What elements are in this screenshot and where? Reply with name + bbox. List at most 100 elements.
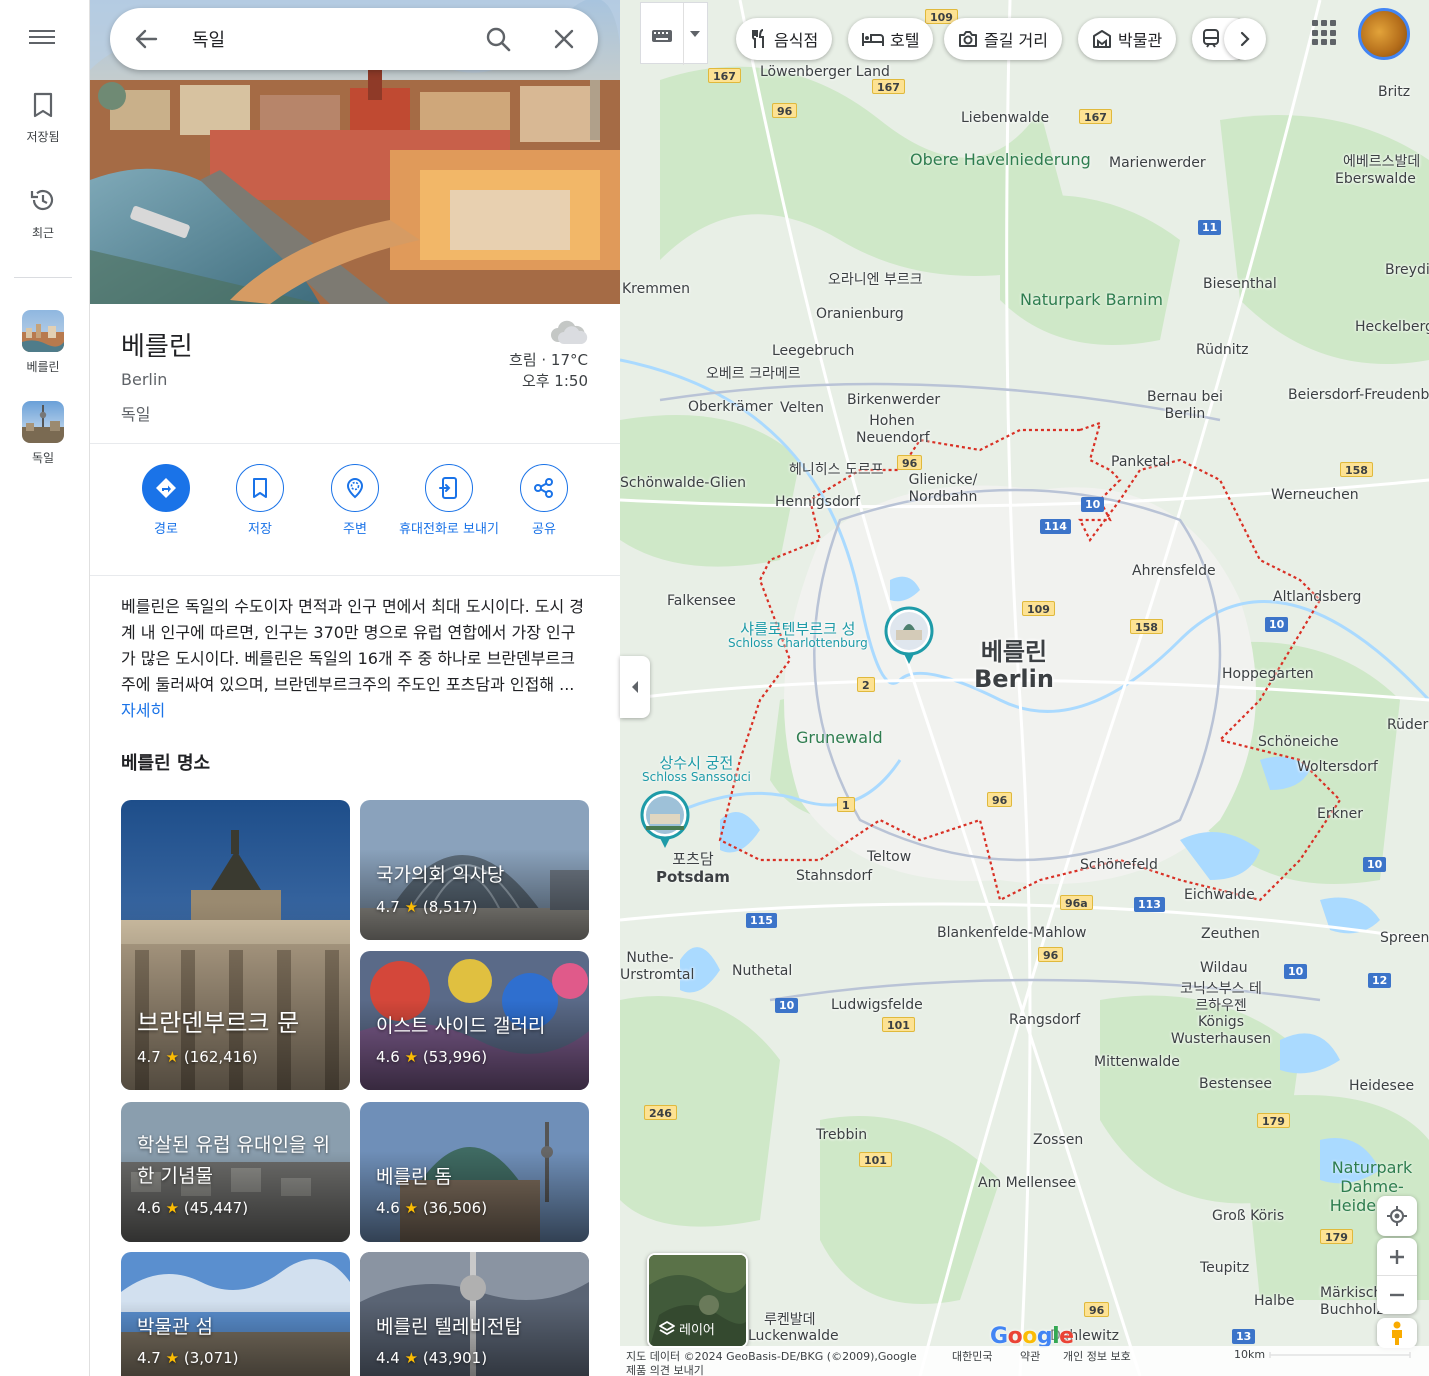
map-label-town: Nuthe-Urstromtal bbox=[620, 950, 695, 983]
chip-things-to-do[interactable]: 즐길 거리 bbox=[944, 18, 1062, 60]
attraction-rating: 4.7 ★ (3,071) bbox=[137, 1349, 239, 1367]
layers-button[interactable]: 레이어 bbox=[647, 1253, 748, 1348]
directions-button[interactable]: 경로 bbox=[116, 464, 216, 539]
saved-button[interactable]: 저장됨 bbox=[0, 92, 86, 145]
attraction-rating: 4.4 ★ (43,901) bbox=[376, 1349, 488, 1367]
city-label-potsdam: 포츠담 Potsdam bbox=[656, 850, 730, 886]
map-scale[interactable]: 10km bbox=[1234, 1348, 1265, 1361]
road-shield: 10 bbox=[1363, 857, 1387, 872]
weather-condition: 흐림 · 17°C bbox=[509, 351, 588, 369]
attraction-rating: 4.6 ★ (53,996) bbox=[376, 1048, 488, 1066]
attraction-card[interactable]: 학살된 유럽 유대인을 위한 기념물 4.6 ★ (45,447) bbox=[121, 1102, 350, 1242]
description-text: 베를린은 독일의 수도이자 면적과 인구 면에서 최대 도시이다. 도시 경계 … bbox=[121, 597, 585, 694]
road-shield: 1 bbox=[837, 797, 855, 812]
save-label: 저장 bbox=[248, 522, 272, 537]
history-item-berlin[interactable]: 베를린 bbox=[0, 310, 86, 375]
sanssouci-pin[interactable] bbox=[640, 790, 690, 848]
back-arrow-icon[interactable] bbox=[132, 25, 160, 53]
chip-label: 음식점 bbox=[774, 31, 819, 50]
star-icon: ★ bbox=[404, 1199, 419, 1217]
collapse-panel-button[interactable] bbox=[620, 656, 650, 718]
nearby-button[interactable]: 주변 bbox=[305, 464, 405, 539]
map-label-town: Heckelberg bbox=[1355, 319, 1429, 335]
close-icon[interactable] bbox=[550, 25, 578, 53]
feedback-link[interactable]: 제품 의견 보내기 bbox=[626, 1362, 704, 1376]
chip-hotels[interactable]: 호텔 bbox=[848, 18, 934, 60]
attraction-card[interactable]: 이스트 사이드 갤러리 4.6 ★ (53,996) bbox=[360, 951, 589, 1090]
search-icon[interactable] bbox=[484, 25, 512, 53]
terms-link[interactable]: 약관 bbox=[1020, 1348, 1040, 1364]
input-tools-button[interactable] bbox=[640, 2, 708, 65]
road-shield: 10 bbox=[1284, 964, 1308, 979]
map-label-town: Kremmen bbox=[622, 281, 691, 297]
map-label-town: Löwenberger Land bbox=[760, 64, 890, 80]
attraction-card[interactable]: 베를린 텔레비전탑 4.4 ★ (43,901) bbox=[360, 1252, 589, 1376]
zoom-controls bbox=[1377, 1238, 1417, 1314]
attraction-rating: 4.6 ★ (45,447) bbox=[137, 1199, 249, 1217]
attraction-name: 이스트 사이드 갤러리 bbox=[376, 1015, 546, 1037]
map-label-town: Woltersdorf bbox=[1297, 759, 1378, 775]
road-shield: 10 bbox=[1081, 497, 1105, 512]
map-label-town: Königs Wusterhausen bbox=[1170, 1014, 1272, 1047]
map-label-town: Altlandsberg bbox=[1273, 589, 1362, 605]
search-input[interactable] bbox=[192, 22, 472, 56]
share-button[interactable]: 공유 bbox=[494, 464, 594, 539]
star-icon: ★ bbox=[165, 1199, 180, 1217]
privacy-link[interactable]: 개인 정보 보호 bbox=[1063, 1348, 1131, 1364]
map-label-town: Wildau bbox=[1200, 960, 1248, 976]
road-shield: 101 bbox=[859, 1152, 892, 1167]
map-label-green: Obere Havelniederung bbox=[910, 150, 1091, 169]
menu-icon[interactable] bbox=[29, 26, 55, 50]
attraction-card[interactable]: 브란덴부르크 문 4.7 ★ (162,416) bbox=[121, 800, 350, 1090]
map-label-town: Eichwalde bbox=[1184, 887, 1255, 903]
museum-icon bbox=[1093, 30, 1111, 48]
map-label-town: 오베르 크라메르 bbox=[706, 366, 801, 382]
country-link[interactable]: 대한민국 bbox=[952, 1348, 992, 1364]
map-label-town: Liebenwalde bbox=[961, 110, 1050, 126]
road-shield: 246 bbox=[644, 1105, 677, 1120]
place-panel: 베를린 Berlin 독일 흐림 · 17°C 오후 1:50 경로 저장 주변… bbox=[90, 0, 620, 1376]
road-shield: 109 bbox=[1022, 601, 1055, 616]
chip-restaurants[interactable]: 음식점 bbox=[736, 18, 833, 60]
map-label-town: Birkenwerder bbox=[847, 392, 941, 408]
recent-button[interactable]: 최근 bbox=[0, 186, 86, 241]
send-to-phone-button[interactable]: 휴대전화로 보내기 bbox=[399, 464, 499, 539]
map-canvas[interactable]: Obere Havelniederung Naturpark Barnim Gr… bbox=[620, 0, 1429, 1376]
my-location-button[interactable] bbox=[1377, 1196, 1417, 1236]
map-label-town: 헤니히스 도르프 bbox=[789, 462, 884, 478]
attraction-rating: 4.7 ★ (8,517) bbox=[376, 898, 478, 916]
more-link[interactable]: 자세히 bbox=[121, 701, 165, 720]
attraction-rating: 4.7 ★ (162,416) bbox=[137, 1048, 258, 1066]
zoom-in-button[interactable] bbox=[1377, 1238, 1417, 1276]
map-label-town: Hoppegarten bbox=[1222, 666, 1314, 682]
road-shield: 2 bbox=[857, 677, 875, 692]
map-label-town: Groß Köris bbox=[1212, 1208, 1285, 1224]
map-label-town: Schöneiche bbox=[1258, 734, 1339, 750]
charlottenburg-pin[interactable] bbox=[884, 606, 934, 664]
attraction-card[interactable]: 박물관 섬 4.7 ★ (3,071) bbox=[121, 1252, 350, 1376]
map-label-town: Hennigsdorf bbox=[775, 494, 861, 510]
google-apps-button[interactable] bbox=[1312, 20, 1338, 46]
history-item-germany[interactable]: 독일 bbox=[0, 401, 86, 466]
save-button[interactable]: 저장 bbox=[210, 464, 310, 539]
attraction-name: 베를린 돔 bbox=[376, 1166, 452, 1188]
germany-thumbnail bbox=[22, 401, 64, 443]
star-icon: ★ bbox=[404, 898, 419, 916]
place-header: 베를린 Berlin 독일 흐림 · 17°C 오후 1:50 bbox=[90, 304, 620, 444]
map-label-town: Zeuthen bbox=[1201, 926, 1260, 942]
road-shield: 179 bbox=[1257, 1113, 1290, 1128]
attractions-heading: 베를린 명소 bbox=[121, 753, 211, 774]
street-view-pegman[interactable] bbox=[1377, 1318, 1417, 1348]
map-label-town: Biesenthal bbox=[1203, 276, 1277, 292]
chip-museums[interactable]: 박물관 bbox=[1078, 18, 1177, 60]
account-avatar[interactable] bbox=[1358, 8, 1410, 60]
city-label-berlin: 베를린 Berlin bbox=[974, 638, 1054, 693]
map-label-town: Ludwigsfelde bbox=[831, 997, 923, 1013]
nearby-label: 주변 bbox=[343, 522, 367, 537]
chips-next-button[interactable] bbox=[1224, 18, 1266, 60]
zoom-out-button[interactable] bbox=[1377, 1276, 1417, 1314]
map-label-green: Naturpark Barnim bbox=[1020, 290, 1163, 309]
attraction-card[interactable]: 국가의회 의사당 4.7 ★ (8,517) bbox=[360, 800, 589, 940]
star-icon: ★ bbox=[404, 1048, 419, 1066]
attraction-card[interactable]: 베를린 돔 4.6 ★ (36,506) bbox=[360, 1102, 589, 1242]
